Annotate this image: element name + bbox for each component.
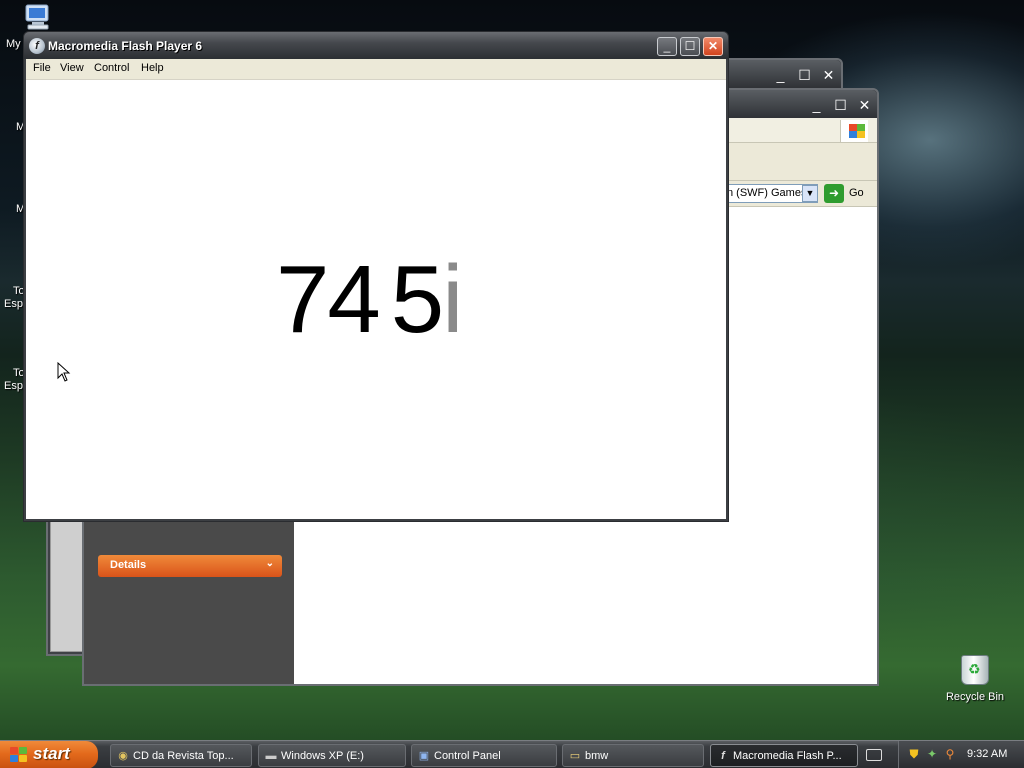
desktop-icon-label[interactable]: My <box>6 38 21 51</box>
windows-logo-icon <box>10 747 28 763</box>
minimize-button[interactable]: _ <box>806 95 827 116</box>
close-button[interactable]: ✕ <box>818 65 839 86</box>
start-label: start <box>33 744 70 763</box>
taskbar: start ◉ CD da Revista Top... ▬ Windows X… <box>0 740 1024 768</box>
desktop-icon-label[interactable]: Esp <box>4 298 23 311</box>
taskbar-item[interactable]: ◉ CD da Revista Top... <box>110 744 252 767</box>
network-icon[interactable]: ✦ <box>925 747 939 761</box>
flash-stage[interactable]: 74 5i <box>26 79 726 519</box>
details-section-header[interactable]: Details ⌄ <box>98 555 282 577</box>
desktop-icon-label[interactable]: Esp <box>4 380 23 393</box>
flash-menubar: File View Control Help <box>26 59 726 79</box>
taskbar-item[interactable]: ▭ bmw <box>562 744 704 767</box>
control-panel-icon: ▣ <box>418 750 430 762</box>
maximize-button[interactable]: ☐ <box>830 95 851 116</box>
flash-app-icon: f <box>721 750 725 762</box>
drive-icon: ▬ <box>265 750 277 762</box>
close-button[interactable]: ✕ <box>703 37 723 56</box>
mouse-cursor-icon <box>57 362 71 382</box>
cd-drive-icon: ◉ <box>118 750 128 762</box>
recycle-bin-label: Recycle Bin <box>945 691 1005 703</box>
flash-app-icon: f <box>29 38 45 54</box>
details-label: Details <box>110 559 147 571</box>
logo-digits: 74 <box>276 246 381 353</box>
menu-view[interactable]: View <box>60 62 84 74</box>
menu-help[interactable]: Help <box>141 62 164 74</box>
menu-control[interactable]: Control <box>94 62 129 74</box>
close-button[interactable]: ✕ <box>854 95 875 116</box>
go-arrow-icon[interactable]: ➜ <box>824 184 844 203</box>
logo-letter: i <box>442 246 463 353</box>
taskbar-item[interactable]: ▣ Control Panel <box>411 744 557 767</box>
folder-icon: ▭ <box>569 750 581 762</box>
flash-titlebar[interactable]: f Macromedia Flash Player 6 _ ☐ ✕ <box>24 32 728 59</box>
clock[interactable]: 9:32 AM <box>967 748 1007 760</box>
security-shield-icon[interactable]: ⛊ <box>907 747 921 761</box>
minimize-button[interactable]: _ <box>657 37 677 56</box>
search-icon[interactable]: ⚲ <box>943 747 957 761</box>
keyboard-icon[interactable] <box>866 749 882 761</box>
maximize-button[interactable]: ☐ <box>794 65 815 86</box>
flash-content-logo: 74 5i <box>276 252 464 348</box>
my-computer-icon[interactable] <box>22 3 54 31</box>
minimize-button[interactable]: _ <box>770 65 791 86</box>
system-tray: ⛊ ✦ ⚲ 9:32 AM <box>898 741 1024 768</box>
start-button[interactable]: start <box>0 741 98 768</box>
go-button[interactable]: Go <box>849 187 864 199</box>
maximize-button[interactable]: ☐ <box>680 37 700 56</box>
chevron-down-icon[interactable]: ▼ <box>802 185 818 202</box>
taskbar-item-active[interactable]: f Macromedia Flash P... <box>710 744 858 767</box>
chevron-down-icon[interactable]: ⌄ <box>266 558 274 569</box>
windows-logo-icon <box>840 120 868 142</box>
menu-file[interactable]: File <box>33 62 51 74</box>
recycle-bin[interactable]: Recycle Bin <box>940 655 1010 703</box>
flash-player-window[interactable]: f Macromedia Flash Player 6 _ ☐ ✕ File V… <box>23 31 729 522</box>
taskbar-item[interactable]: ▬ Windows XP (E:) <box>258 744 406 767</box>
recycle-bin-icon <box>961 655 989 685</box>
window-title: Macromedia Flash Player 6 <box>48 39 203 53</box>
logo-digit: 5 <box>390 246 444 353</box>
